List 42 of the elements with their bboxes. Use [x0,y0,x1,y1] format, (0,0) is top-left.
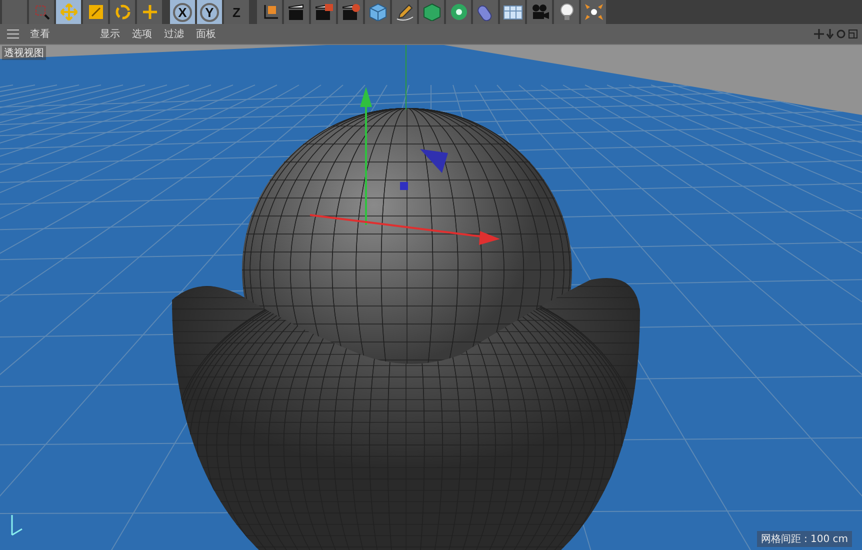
menu-item[interactable]: 选项 [126,27,158,41]
tool-button[interactable] [284,0,309,24]
scale-icon [86,3,104,21]
tool-button[interactable] [500,0,525,24]
hexagon-icon [422,3,442,21]
axis-lock-button[interactable]: Y [197,0,222,24]
tool-button[interactable] [581,0,606,24]
rotate-icon [114,3,132,21]
grid-spacing-label: 网格间距 : 100 cm [756,531,852,547]
tool-button[interactable] [110,0,135,24]
camera-icon [530,3,550,21]
menu-icon[interactable] [6,28,20,40]
tool-button[interactable] [554,0,579,24]
move-icon[interactable] [814,29,824,39]
cube-icon [368,3,388,21]
pen-icon [394,3,414,21]
tool-button[interactable] [446,0,471,24]
tool-button[interactable] [311,0,336,24]
rotate-icon[interactable] [836,29,846,39]
arrow-down-icon[interactable] [826,29,834,39]
tool-button[interactable] [137,0,162,24]
clapperboard-icon [314,3,334,21]
viewport-title: 透视视图 [2,46,46,60]
tool-button[interactable] [83,0,108,24]
menu-item[interactable]: 查看 [24,27,56,41]
tool-button[interactable] [338,0,363,24]
menu-item[interactable]: 面板 [190,27,222,41]
tool-button[interactable] [257,0,282,24]
menu-item[interactable]: 显示 [94,27,126,41]
clapperboard-gear-icon [340,3,360,21]
tool-button[interactable] [392,0,417,24]
window-icon[interactable] [848,29,858,39]
plus-icon [140,3,158,21]
selection-icon [32,3,50,21]
clapperboard-icon [286,3,306,21]
move-icon [60,3,78,21]
axis-lock-button[interactable]: Z [224,0,249,24]
floor-grid-icon [502,3,522,21]
axis-indicator-icon [11,514,23,536]
menu-item[interactable]: 过滤 [158,27,190,41]
axis-lock-button[interactable]: X [170,0,195,24]
expand-arrows-icon [584,3,604,21]
